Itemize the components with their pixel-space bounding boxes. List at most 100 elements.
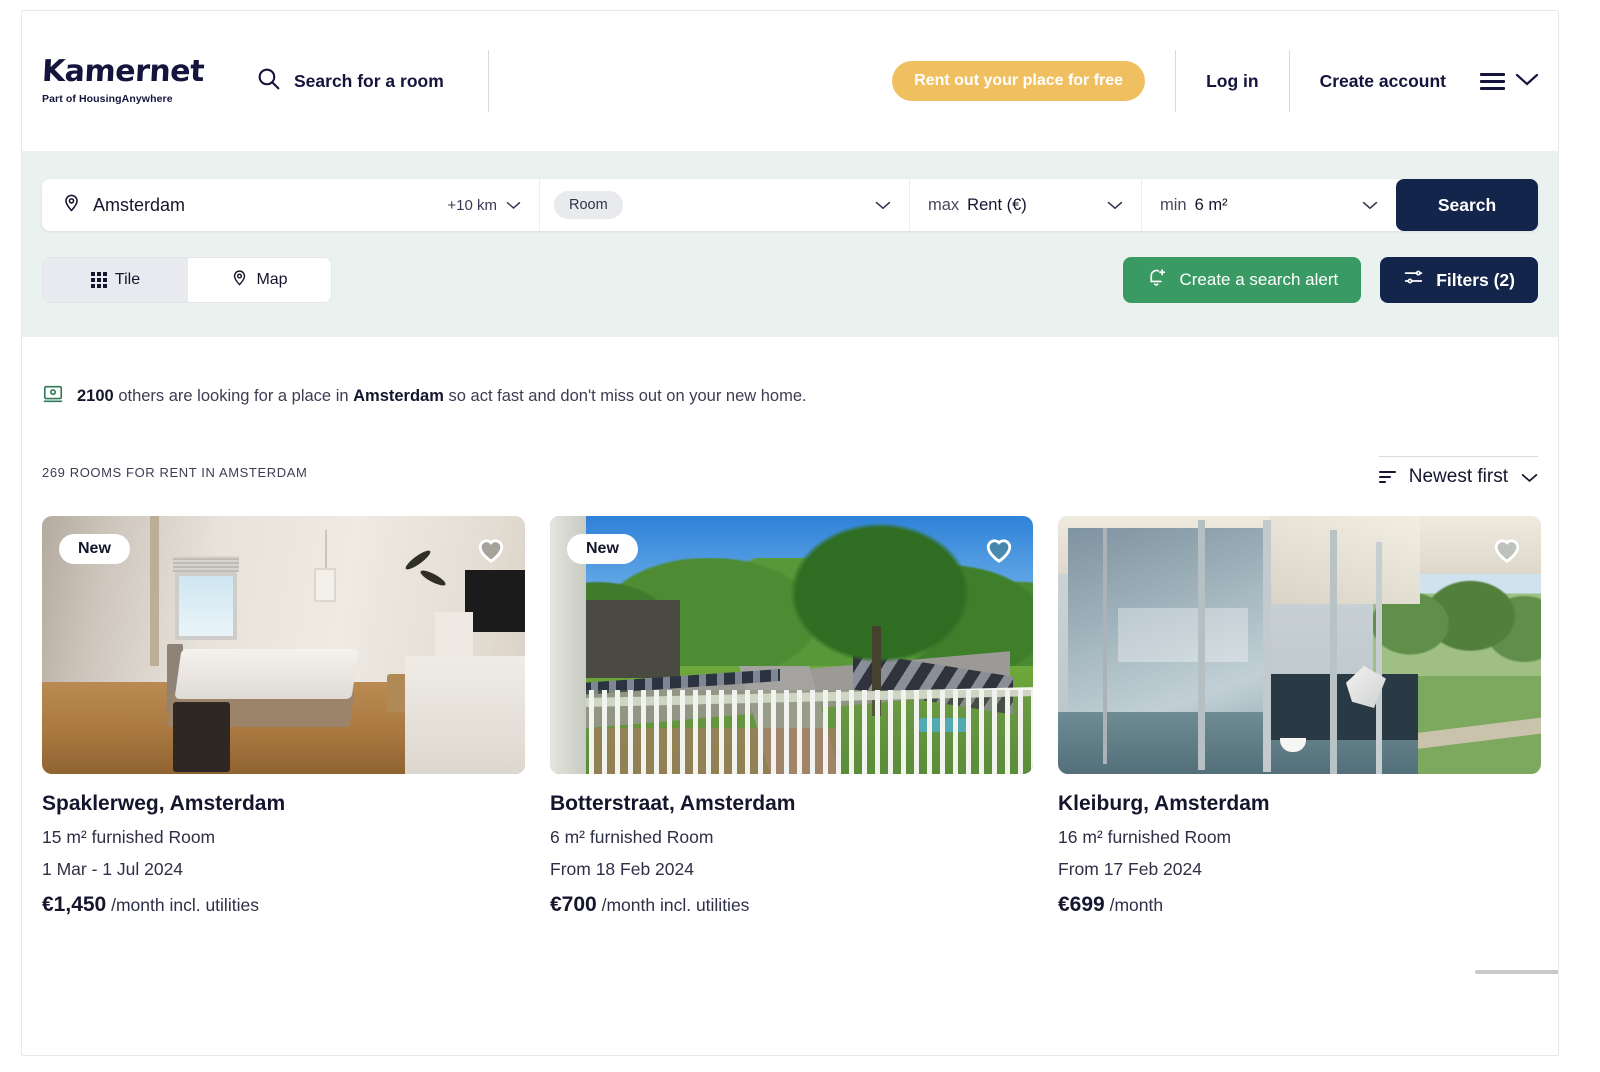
map-pin-icon [231, 269, 248, 291]
listing-price-suffix: /month [1109, 895, 1164, 915]
login-link[interactable]: Log in [1206, 71, 1258, 92]
notice-text: 2100 others are looking for a place in A… [77, 387, 807, 406]
filters-label: Filters (2) [1436, 269, 1515, 290]
sort-value-label: Newest first [1408, 466, 1508, 487]
listing-meta: 15 m² furnished Room [42, 827, 216, 847]
max-rent-caret[interactable] [1107, 200, 1123, 210]
heart-icon [478, 539, 504, 563]
search-icon [256, 66, 281, 96]
notice-city: Amsterdam [353, 387, 444, 405]
listing-title[interactable]: Spaklerweg, Amsterdam [42, 792, 525, 816]
listing-dates: From 17 Feb 2024 [1058, 859, 1202, 879]
search-for-a-room-link[interactable]: Search for a room [256, 50, 489, 112]
create-account-link[interactable]: Create account [1320, 71, 1446, 92]
notice-text-before: others are looking for a place in [118, 387, 349, 405]
property-type-field[interactable]: Room [540, 179, 910, 231]
listing-dates: From 18 Feb 2024 [550, 859, 694, 879]
listing-card[interactable]: New Botterstraat, Amsterdam 6 m² furnish… [550, 516, 1033, 917]
chevron-down-icon [1362, 201, 1378, 210]
search-button[interactable]: Search [1396, 179, 1538, 231]
location-value: Amsterdam [93, 194, 186, 215]
chevron-down-icon [875, 201, 891, 210]
map-view-label: Map [256, 271, 288, 288]
tools-row: Tile Map Create a search alert Filters (… [42, 257, 1538, 303]
search-bar: Amsterdam +10 km Room max Rent (€) min 6… [42, 179, 1538, 231]
page-root: Kamernet Part of HousingAnywhere Search … [0, 0, 1600, 1072]
min-size-prefix: min [1160, 195, 1187, 214]
listing-meta: 16 m² furnished Room [1058, 827, 1232, 847]
tile-view-tab[interactable]: Tile [43, 258, 188, 302]
filters-button[interactable]: Filters (2) [1380, 257, 1538, 303]
heart-icon [986, 539, 1012, 563]
listing-price: €699 /month [1058, 893, 1541, 917]
min-size-label: 6 m² [1194, 195, 1228, 214]
map-view-tab[interactable]: Map [188, 258, 331, 302]
search-link-label: Search for a room [294, 70, 444, 91]
listing-image[interactable] [1058, 516, 1541, 774]
radius-value: +10 km [447, 196, 497, 214]
tile-view-label: Tile [114, 271, 141, 288]
listing-grid: New Spaklerweg, Amsterdam 15 m² furnishe… [22, 488, 1558, 917]
listing-card[interactable]: Kleiburg, Amsterdam 16 m² furnished Room… [1058, 516, 1541, 917]
browser-viewport: Kamernet Part of HousingAnywhere Search … [21, 10, 1559, 1056]
max-rent-field[interactable]: max Rent (€) [910, 179, 1142, 231]
listing-title[interactable]: Botterstraat, Amsterdam [550, 792, 1033, 816]
listing-image[interactable]: New [550, 516, 1033, 774]
favorite-button[interactable] [982, 532, 1016, 571]
listing-card[interactable]: New Spaklerweg, Amsterdam 15 m² furnishe… [42, 516, 525, 917]
search-panel: Amsterdam +10 km Room max Rent (€) min 6… [22, 151, 1558, 337]
bell-plus-icon [1146, 267, 1167, 293]
min-size-field[interactable]: min 6 m² [1142, 179, 1396, 231]
property-type-caret[interactable] [875, 200, 891, 210]
hamburger-menu-icon [1480, 72, 1505, 90]
create-search-alert-button[interactable]: Create a search alert [1123, 257, 1362, 303]
logo-tagline: Part of HousingAnywhere [42, 93, 173, 105]
listing-price-amount: €699 [1058, 893, 1105, 916]
chevron-down-icon [1514, 71, 1540, 92]
min-size-caret[interactable] [1362, 200, 1378, 210]
header-actions: Rent out your place for free Log in Crea… [892, 50, 1540, 112]
listing-details: Spaklerweg, Amsterdam 15 m² furnished Ro… [42, 774, 525, 917]
sort-dropdown[interactable]: Newest first [1378, 456, 1538, 488]
create-search-alert-label: Create a search alert [1179, 270, 1339, 289]
new-badge: New [59, 534, 130, 564]
header-divider-2 [1288, 50, 1290, 112]
listing-price: €1,450 /month incl. utilities [42, 893, 525, 917]
header-divider-1 [1175, 50, 1177, 112]
listing-price-amount: €1,450 [42, 893, 107, 916]
sort-icon [1378, 471, 1396, 483]
listing-dates: 1 Mar - 1 Jul 2024 [42, 859, 184, 879]
listing-title[interactable]: Kleiburg, Amsterdam [1058, 792, 1541, 816]
tools-right-group: Create a search alert Filters (2) [1123, 257, 1538, 303]
favorite-button[interactable] [1490, 532, 1524, 571]
listing-price-amount: €700 [550, 893, 597, 916]
listing-price-suffix: /month incl. utilities [111, 895, 259, 915]
glass-balcony-photo [1058, 516, 1541, 774]
max-rent-prefix: max [928, 195, 960, 214]
site-logo[interactable]: Kamernet Part of HousingAnywhere [41, 54, 232, 105]
favorite-button[interactable] [474, 532, 508, 571]
property-type-chip[interactable]: Room [554, 191, 623, 219]
view-toggle: Tile Map [42, 257, 332, 303]
results-header: 269 ROOMS FOR RENT IN AMSTERDAM Newest f… [22, 410, 1558, 488]
seekers-count: 2100 [77, 387, 114, 405]
listing-price-suffix: /month incl. utilities [601, 895, 750, 915]
menu-button[interactable] [1480, 71, 1540, 92]
new-badge: New [567, 534, 638, 564]
chevron-down-icon [1521, 473, 1538, 482]
heart-icon [1494, 539, 1520, 563]
listing-details: Botterstraat, Amsterdam 6 m² furnished R… [550, 774, 1033, 917]
max-rent-label: Rent (€) [967, 195, 1027, 214]
rent-out-button[interactable]: Rent out your place for free [892, 61, 1146, 101]
radius-selector[interactable]: +10 km [447, 197, 539, 214]
location-field[interactable]: Amsterdam +10 km [42, 179, 540, 231]
notice-text-after: so act fast and don't miss out on your n… [448, 387, 807, 405]
people-looking-icon [42, 383, 64, 410]
sliders-icon [1403, 267, 1424, 293]
map-pin-icon [62, 193, 81, 217]
seekers-notice: 2100 others are looking for a place in A… [22, 337, 1558, 410]
horizontal-scrollbar[interactable] [1475, 970, 1558, 974]
listing-image[interactable]: New [42, 516, 525, 774]
listing-price: €700 /month incl. utilities [550, 893, 1033, 917]
chevron-down-icon [506, 202, 521, 209]
